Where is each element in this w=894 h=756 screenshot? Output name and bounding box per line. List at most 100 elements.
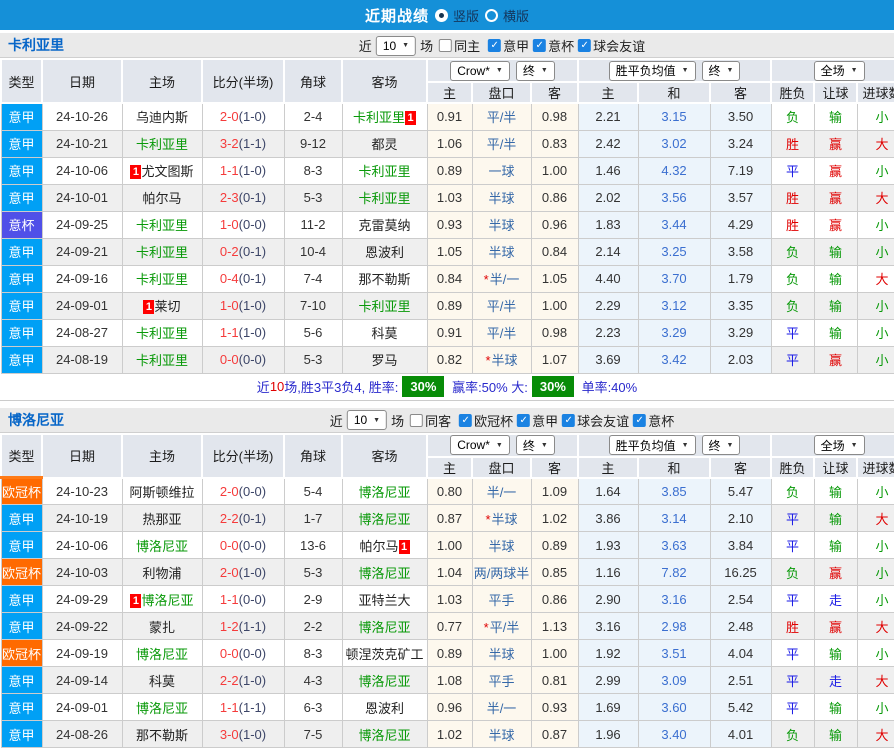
odds-provider-select[interactable]: Crow*▼	[450, 61, 510, 81]
league-filter[interactable]: ✓欧冠杯	[459, 411, 513, 430]
home-team-name[interactable]: 蒙扎	[149, 620, 175, 635]
col-header-type[interactable]: 类型	[1, 59, 42, 103]
away-team-name[interactable]: 帕尔马	[359, 539, 398, 554]
avg-time-select[interactable]: 终▼	[702, 435, 741, 455]
score-cell[interactable]: 0-2(0-1)	[202, 238, 284, 265]
score-cell[interactable]: 2-0(1-0)	[202, 103, 284, 130]
same-venue-filter[interactable]: 同主	[439, 36, 480, 55]
home-team-name[interactable]: 博洛尼亚	[136, 701, 188, 716]
away-team-name[interactable]: 博洛尼亚	[358, 674, 410, 689]
layout-option-vertical[interactable]: 竖版	[435, 6, 479, 25]
away-team-name[interactable]: 恩波利	[365, 245, 404, 260]
scope-select[interactable]: 全场▼	[814, 435, 865, 455]
league-filter[interactable]: ✓意杯	[633, 411, 674, 430]
home-team-name[interactable]: 卡利亚里	[136, 272, 188, 287]
radio-unselected-icon[interactable]	[485, 9, 498, 22]
odds-time-select[interactable]: 终▼	[516, 61, 555, 81]
home-team-name[interactable]: 博洛尼亚	[136, 539, 188, 554]
score-cell[interactable]: 3-0(1-0)	[202, 721, 284, 748]
home-team-name[interactable]: 乌迪内斯	[136, 110, 188, 125]
home-team-name[interactable]: 利物浦	[142, 566, 181, 581]
score-cell[interactable]: 1-1(0-0)	[202, 586, 284, 613]
away-team-name[interactable]: 顿涅茨克矿工	[345, 647, 423, 662]
away-team-name[interactable]: 博洛尼亚	[358, 566, 410, 581]
away-team-name[interactable]: 博洛尼亚	[358, 485, 410, 500]
away-team-name[interactable]: 博洛尼亚	[358, 620, 410, 635]
home-team-name[interactable]: 卡利亚里	[136, 245, 188, 260]
league-filter[interactable]: ✓球会友谊	[578, 36, 645, 55]
home-team-name[interactable]: 尤文图斯	[141, 164, 193, 179]
score-cell[interactable]: 0-4(0-1)	[202, 265, 284, 292]
home-team-name[interactable]: 阿斯顿维拉	[129, 485, 194, 500]
score-cell[interactable]: 1-2(1-1)	[202, 613, 284, 640]
match-row: 意甲24-10-19热那亚2-2(0-1)1-7博洛尼亚0.87*半球1.023…	[1, 505, 894, 532]
home-team-name[interactable]: 卡利亚里	[136, 326, 188, 341]
away-team-name[interactable]: 罗马	[371, 353, 397, 368]
score-cell[interactable]: 2-2(1-0)	[202, 667, 284, 694]
score-cell[interactable]: 0-0(0-0)	[202, 532, 284, 559]
score-cell[interactable]: 1-1(1-1)	[202, 694, 284, 721]
checkbox-icon[interactable]: ✓	[533, 39, 546, 52]
odds-provider-select[interactable]: Crow*▼	[450, 435, 510, 455]
avg-type-select[interactable]: 胜平负均值▼	[609, 435, 696, 455]
score-cell[interactable]: 1-0(0-0)	[202, 211, 284, 238]
team-name-link[interactable]: 博洛尼亚	[8, 408, 64, 433]
league-filter[interactable]: ✓意甲	[488, 36, 529, 55]
odds-time-select[interactable]: 终▼	[516, 435, 555, 455]
recent-count-select[interactable]: 10▼	[347, 410, 387, 430]
recent-count-select[interactable]: 10▼	[376, 36, 416, 56]
home-team-name[interactable]: 卡利亚里	[136, 137, 188, 152]
away-team-name[interactable]: 克雷莫纳	[358, 218, 410, 233]
away-team-name[interactable]: 那不勒斯	[358, 272, 410, 287]
checkbox-icon[interactable]: ✓	[459, 414, 472, 427]
home-team-name[interactable]: 博洛尼亚	[141, 593, 193, 608]
league-filter[interactable]: ✓意甲	[517, 411, 558, 430]
away-team-name[interactable]: 博洛尼亚	[358, 728, 410, 743]
checkbox-icon[interactable]: ✓	[578, 39, 591, 52]
home-team-name[interactable]: 那不勒斯	[136, 728, 188, 743]
checkbox-icon[interactable]: ✓	[633, 414, 646, 427]
score-cell[interactable]: 2-3(0-1)	[202, 184, 284, 211]
score-cell[interactable]: 0-0(0-0)	[202, 640, 284, 667]
checkbox-icon[interactable]: ✓	[488, 39, 501, 52]
league-filter[interactable]: ✓意杯	[533, 36, 574, 55]
home-team-name[interactable]: 热那亚	[142, 512, 181, 527]
away-team-name[interactable]: 博洛尼亚	[358, 512, 410, 527]
away-team-name[interactable]: 卡利亚里	[358, 299, 410, 314]
checkbox-icon[interactable]	[439, 39, 452, 52]
score-cell[interactable]: 2-0(0-0)	[202, 478, 284, 505]
home-team-name[interactable]: 帕尔马	[142, 191, 181, 206]
away-team-name[interactable]: 都灵	[371, 137, 397, 152]
same-venue-filter[interactable]: 同客	[410, 411, 451, 430]
filter-suffix-label: 场	[420, 36, 433, 55]
league-filter[interactable]: ✓球会友谊	[562, 411, 629, 430]
avg-time-select[interactable]: 终▼	[702, 61, 741, 81]
layout-option-horizontal[interactable]: 横版	[485, 6, 529, 25]
away-team-name[interactable]: 恩波利	[365, 701, 404, 716]
score-cell[interactable]: 1-1(1-0)	[202, 157, 284, 184]
radio-selected-icon[interactable]	[435, 9, 448, 22]
away-team-name[interactable]: 科莫	[371, 326, 397, 341]
away-team-name[interactable]: 卡利亚里	[358, 191, 410, 206]
home-team-name[interactable]: 莱切	[154, 299, 180, 314]
away-team-name[interactable]: 卡利亚里	[353, 110, 405, 125]
score-cell[interactable]: 1-1(1-0)	[202, 319, 284, 346]
away-team-name[interactable]: 亚特兰大	[358, 593, 410, 608]
col-header-type[interactable]: 类型	[1, 434, 42, 478]
home-team-name[interactable]: 卡利亚里	[136, 353, 188, 368]
home-team-name[interactable]: 科莫	[149, 674, 175, 689]
team-name-link[interactable]: 卡利亚里	[8, 33, 64, 58]
checkbox-icon[interactable]	[410, 414, 423, 427]
scope-select[interactable]: 全场▼	[814, 61, 865, 81]
score-cell[interactable]: 2-0(1-0)	[202, 559, 284, 586]
away-team-name[interactable]: 卡利亚里	[358, 164, 410, 179]
avg-type-select[interactable]: 胜平负均值▼	[609, 61, 696, 81]
home-team-name[interactable]: 卡利亚里	[136, 218, 188, 233]
score-cell[interactable]: 0-0(0-0)	[202, 346, 284, 373]
home-team-name[interactable]: 博洛尼亚	[136, 647, 188, 662]
score-cell[interactable]: 3-2(1-1)	[202, 130, 284, 157]
score-cell[interactable]: 2-2(0-1)	[202, 505, 284, 532]
checkbox-icon[interactable]: ✓	[517, 414, 530, 427]
checkbox-icon[interactable]: ✓	[562, 414, 575, 427]
score-cell[interactable]: 1-0(1-0)	[202, 292, 284, 319]
